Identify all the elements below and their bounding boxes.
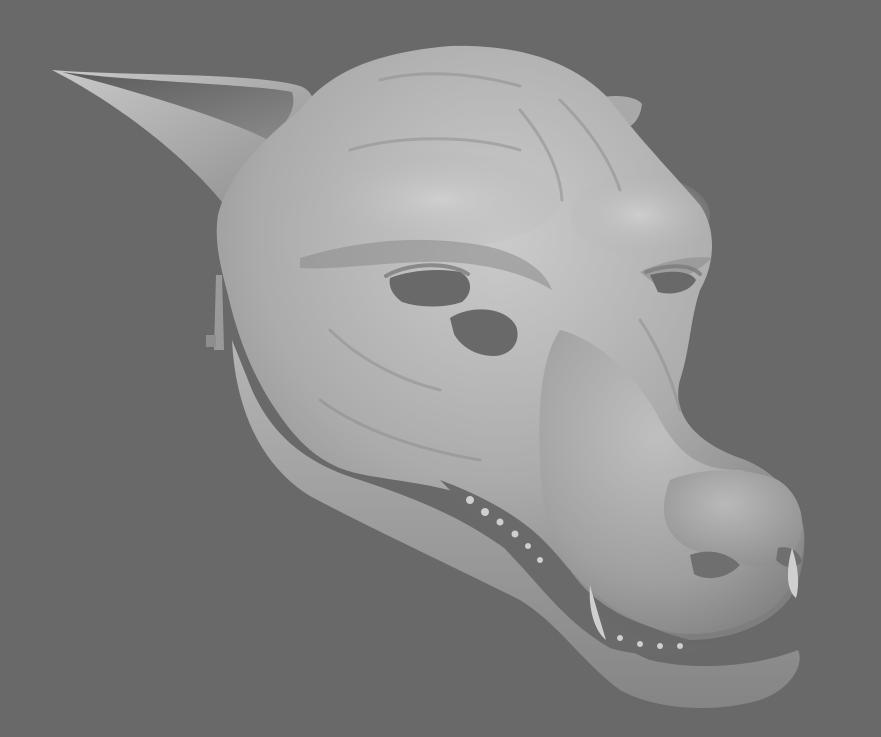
mask-strap <box>206 275 224 350</box>
wolf-mask-model[interactable] <box>0 0 881 737</box>
3d-viewport[interactable] <box>0 0 881 737</box>
